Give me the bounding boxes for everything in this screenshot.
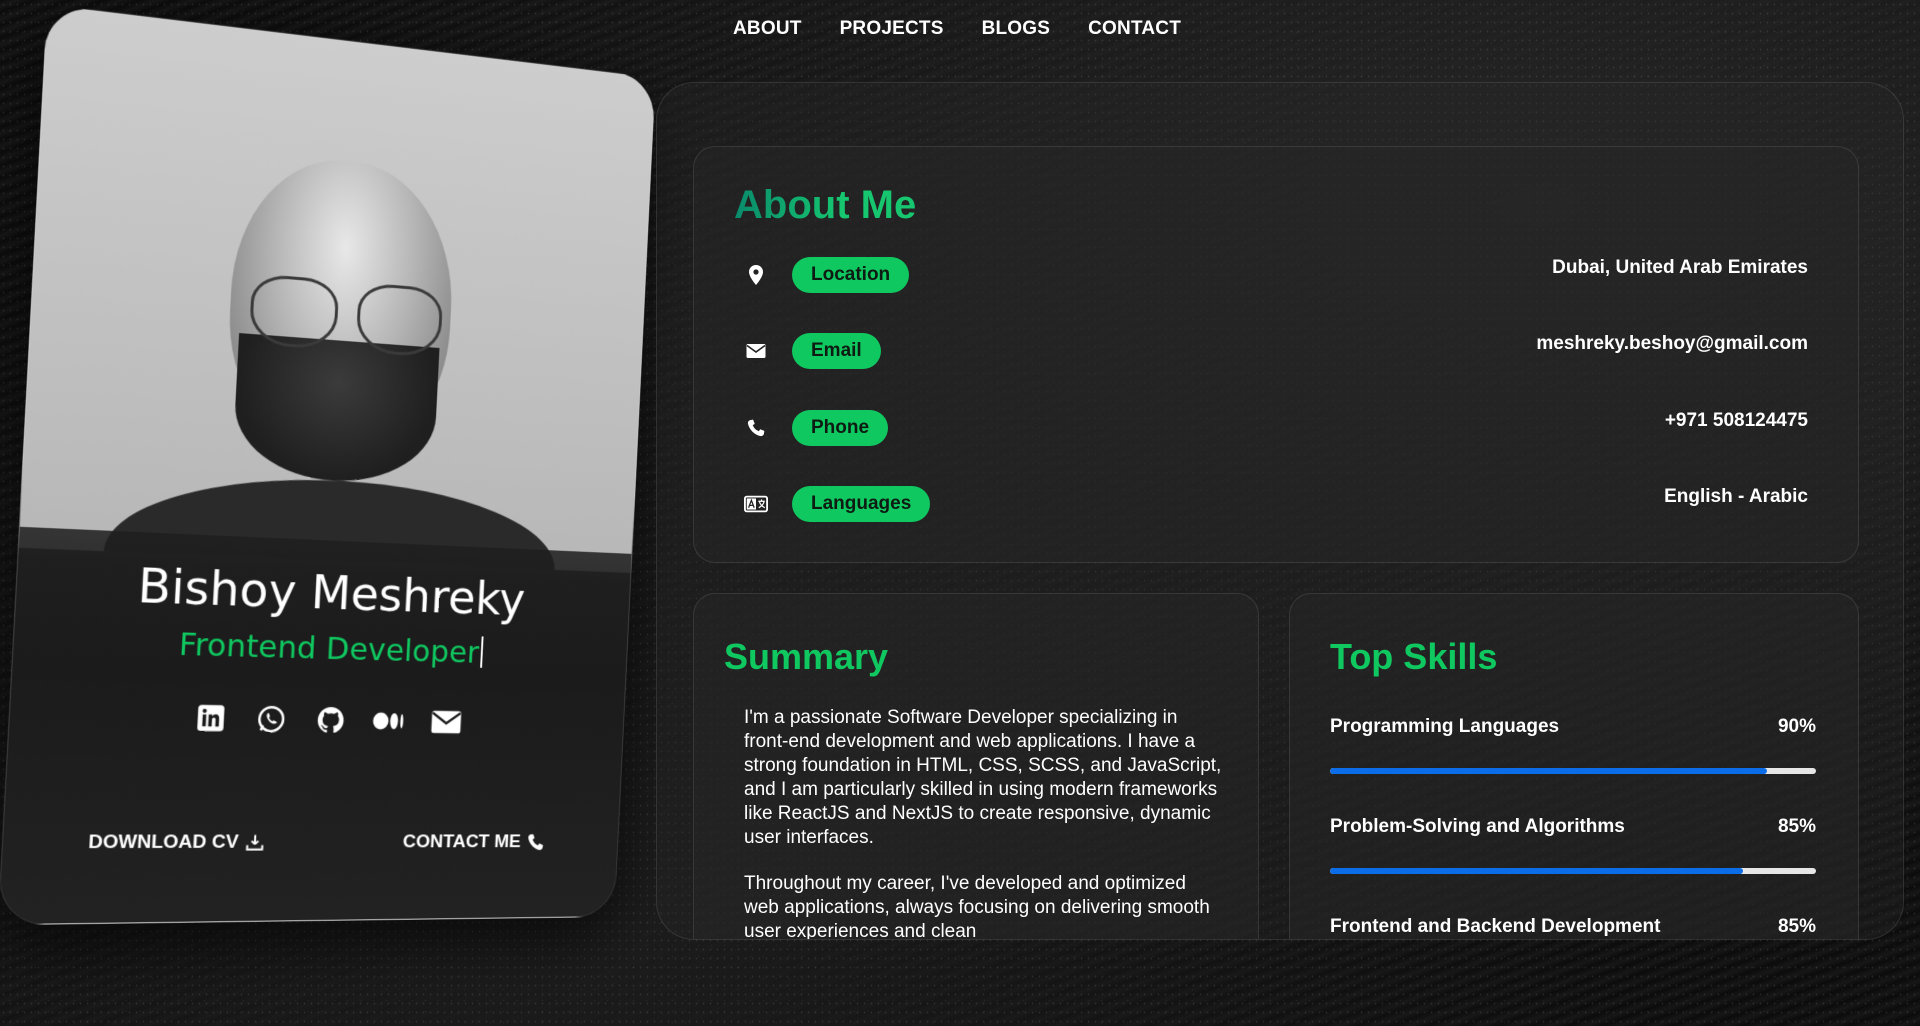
summary-section: Summary I'm a passionate Software Develo…: [693, 593, 1259, 940]
content-panel: About Me Location Dubai, United Arab Emi…: [656, 82, 1904, 940]
skill-item: Programming Languages 90%: [1330, 716, 1816, 774]
email-pill: Email: [792, 333, 881, 369]
phone-icon: [744, 416, 768, 440]
medium-icon[interactable]: [372, 704, 406, 738]
profile-card: Bishoy Meshreky Frontend Developer DOWNL…: [0, 4, 656, 925]
languages-pill: Languages: [792, 486, 930, 522]
download-cv-button[interactable]: DOWNLOAD CV: [88, 831, 265, 854]
skill-bar-fill: [1330, 768, 1767, 774]
skill-item: Problem-Solving and Algorithms 85%: [1330, 816, 1816, 874]
nav-projects[interactable]: PROJECTS: [840, 18, 944, 40]
location-value: Dubai, United Arab Emirates: [1552, 257, 1808, 279]
skill-percent: 85%: [1778, 916, 1816, 938]
location-pill: Location: [792, 257, 909, 293]
info-row-email: Email meshreky.beshoy@gmail.com: [744, 331, 1808, 371]
phone-pill: Phone: [792, 410, 888, 446]
download-icon: [244, 832, 265, 852]
skill-name: Programming Languages: [1330, 716, 1559, 738]
skill-name: Frontend and Backend Development: [1330, 916, 1660, 938]
typing-caret: [480, 636, 483, 667]
profile-card-body: Bishoy Meshreky Frontend Developer DOWNL…: [0, 4, 656, 925]
download-cv-label: DOWNLOAD CV: [88, 831, 239, 854]
email-icon[interactable]: [429, 705, 463, 739]
github-icon[interactable]: [313, 703, 348, 738]
skills-section: Top Skills Programming Languages 90% Pro…: [1289, 593, 1859, 940]
summary-paragraph: I'm a passionate Software Developer spec…: [744, 706, 1224, 850]
skill-bar-fill: [1330, 868, 1743, 874]
contact-me-label: CONTACT ME: [402, 831, 521, 853]
about-title: About Me: [734, 183, 916, 228]
nav-contact[interactable]: CONTACT: [1088, 18, 1181, 40]
summary-text: I'm a passionate Software Developer spec…: [744, 706, 1224, 940]
linkedin-icon[interactable]: [193, 700, 229, 735]
info-row-location: Location Dubai, United Arab Emirates: [744, 255, 1808, 295]
languages-value: English - Arabic: [1664, 486, 1808, 508]
skill-bar: [1330, 768, 1816, 774]
info-row-languages: Languages English - Arabic: [744, 484, 1808, 524]
nav-about[interactable]: ABOUT: [733, 18, 802, 40]
contact-me-button[interactable]: CONTACT ME: [402, 831, 545, 853]
skill-percent: 85%: [1778, 816, 1816, 838]
whatsapp-icon[interactable]: [253, 702, 289, 737]
summary-title: Summary: [724, 636, 888, 678]
about-section: About Me Location Dubai, United Arab Emi…: [693, 146, 1859, 563]
summary-paragraph: Throughout my career, I've developed and…: [744, 872, 1224, 940]
skill-bar: [1330, 868, 1816, 874]
email-value[interactable]: meshreky.beshoy@gmail.com: [1536, 333, 1808, 355]
card-actions: DOWNLOAD CV CONTACT ME: [88, 831, 545, 854]
skill-name: Problem-Solving and Algorithms: [1330, 816, 1625, 838]
skill-percent: 90%: [1778, 716, 1816, 738]
profile-photo: [19, 5, 655, 573]
info-row-phone: Phone +971 508124475: [744, 408, 1808, 448]
skill-item: Frontend and Backend Development 85%: [1330, 916, 1816, 940]
phone-value[interactable]: +971 508124475: [1665, 410, 1808, 432]
location-pin-icon: [744, 263, 768, 287]
nav-blogs[interactable]: BLOGS: [982, 18, 1051, 40]
phone-icon: [526, 832, 545, 851]
language-icon: [744, 492, 768, 516]
top-nav: ABOUT PROJECTS BLOGS CONTACT: [733, 18, 1181, 40]
envelope-icon: [744, 339, 768, 363]
skills-title: Top Skills: [1330, 636, 1497, 678]
